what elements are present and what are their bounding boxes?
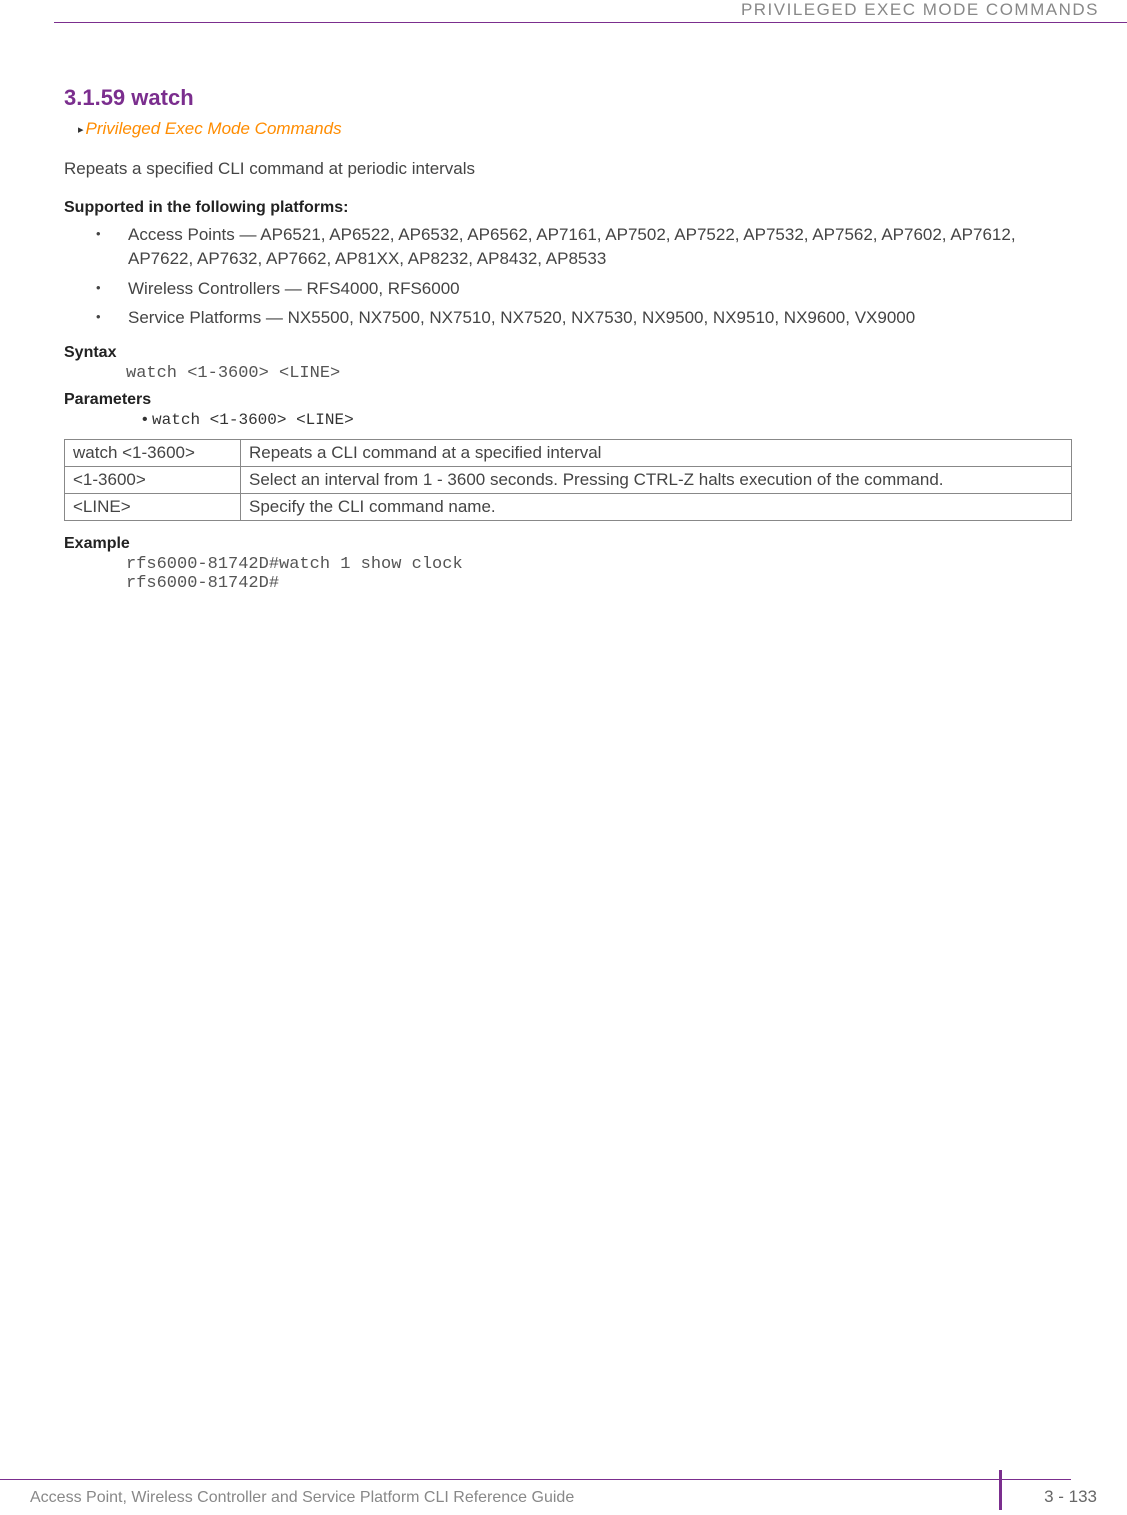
- example-code: rfs6000-81742D#watch 1 show clock rfs600…: [126, 555, 1072, 593]
- table-row: watch <1-3600> Repeats a CLI command at …: [65, 440, 1072, 467]
- param-desc-cell: Repeats a CLI command at a specified int…: [241, 440, 1072, 467]
- list-item: Service Platforms — NX5500, NX7500, NX75…: [64, 306, 1072, 330]
- parameters-bullet: watch <1-3600> <LINE>: [142, 411, 1072, 429]
- content-area: 3.1.59 watch Privileged Exec Mode Comman…: [64, 85, 1072, 601]
- syntax-code: watch <1-3600> <LINE>: [126, 364, 1072, 383]
- example-heading: Example: [64, 535, 1072, 553]
- header-rule: [54, 22, 1127, 23]
- header-title: PRIVILEGED EXEC MODE COMMANDS: [741, 0, 1099, 20]
- param-name-cell: <1-3600>: [65, 467, 241, 494]
- breadcrumb: Privileged Exec Mode Commands: [78, 119, 1072, 139]
- syntax-heading: Syntax: [64, 344, 1072, 362]
- param-desc-cell: Specify the CLI command name.: [241, 494, 1072, 521]
- table-row: <LINE> Specify the CLI command name.: [65, 494, 1072, 521]
- param-name-cell: watch <1-3600>: [65, 440, 241, 467]
- table-row: <1-3600> Select an interval from 1 - 360…: [65, 467, 1072, 494]
- parameters-table: watch <1-3600> Repeats a CLI command at …: [64, 439, 1072, 521]
- intro-text: Repeats a specified CLI command at perio…: [64, 159, 1072, 179]
- platforms-heading: Supported in the following platforms:: [64, 199, 1072, 217]
- param-desc-cell: Select an interval from 1 - 3600 seconds…: [241, 467, 1072, 494]
- page-accent: [999, 1470, 1002, 1510]
- list-item: Access Points — AP6521, AP6522, AP6532, …: [64, 223, 1072, 271]
- section-title: 3.1.59 watch: [64, 85, 1072, 111]
- list-item: Wireless Controllers — RFS4000, RFS6000: [64, 277, 1072, 301]
- parameters-heading: Parameters: [64, 391, 1072, 409]
- platforms-list: Access Points — AP6521, AP6522, AP6532, …: [64, 223, 1072, 330]
- page-number-box: 3 - 133: [999, 1475, 1097, 1507]
- footer-text: Access Point, Wireless Controller and Se…: [30, 1489, 574, 1507]
- param-name-cell: <LINE>: [65, 494, 241, 521]
- footer-rule: [0, 1479, 1071, 1480]
- page-number: 3 - 133: [1044, 1475, 1097, 1507]
